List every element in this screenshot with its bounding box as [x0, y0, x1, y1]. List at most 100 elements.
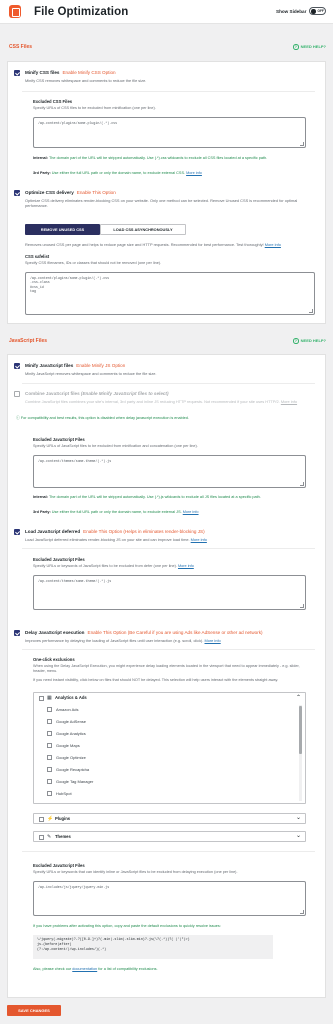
- defer-js-more-info-link[interactable]: More info: [191, 537, 207, 542]
- remove-unused-more-info-link[interactable]: More info: [265, 242, 281, 247]
- exclusion-group-header[interactable]: ⚡ Plugins ⌄: [34, 814, 305, 824]
- excluded-css-title: Excluded CSS Files: [33, 99, 73, 104]
- defer-excluded-title: Excluded JavaScript Files: [33, 557, 85, 562]
- delay-js-enable-text: Enable This Option (Be Careful if you ar…: [87, 630, 263, 635]
- minify-css-enable-text: Enable Minify CSS Option: [62, 70, 116, 75]
- item-checkbox[interactable]: [47, 791, 52, 797]
- exclusion-group-themes: ✎ Themes ⌄: [33, 831, 306, 842]
- need-help-label: NEED HELP?: [300, 44, 326, 50]
- defer-js-label: Load JavaScript deferred Enable This Opti…: [25, 529, 205, 534]
- top-bar: File Optimization Show Sidebar OFF: [0, 0, 333, 24]
- one-click-desc-1: When using the Delay JavaScript Executio…: [33, 664, 300, 674]
- chevron-down-icon[interactable]: ⌄: [296, 814, 301, 822]
- excluded-js-textarea[interactable]: /wp-content/themes/some-theme/(.*).js: [33, 455, 306, 488]
- delay-problem-note: If you have problems after activating th…: [33, 924, 221, 928]
- exclusion-group-header[interactable]: ✎ Themes ⌄: [34, 832, 305, 842]
- minify-js-checkbox[interactable]: [14, 363, 20, 369]
- minify-css-label: Minify CSS files Enable Minify CSS Option: [25, 70, 116, 75]
- js-need-help-link[interactable]: ? NEED HELP?: [293, 338, 326, 344]
- group-name: Analytics & Ads: [55, 695, 87, 701]
- show-sidebar-label: Show Sidebar: [276, 9, 307, 14]
- optimize-css-checkbox[interactable]: [14, 190, 20, 196]
- chevron-down-icon[interactable]: ⌄: [296, 832, 301, 840]
- defer-js-enable-text: Enable This Option (Helps in eliminates …: [83, 529, 205, 534]
- documentation-link[interactable]: documentation: [72, 967, 97, 971]
- save-changes-button[interactable]: SAVE CHANGES: [7, 1005, 61, 1016]
- item-checkbox[interactable]: [47, 743, 52, 749]
- show-sidebar-toggle[interactable]: OFF: [309, 7, 326, 15]
- excluded-css-more-info-link[interactable]: More info: [186, 171, 202, 175]
- excluded-js-third-note: 3rd Party: Use either the full URL path …: [33, 510, 199, 514]
- toggle-state-text: OFF: [317, 9, 324, 14]
- default-exclusions-code[interactable]: \/jquery(-migrate)?-?([0-9.]+)?(.min|.sl…: [33, 935, 273, 959]
- exclusion-group-plugins: ⚡ Plugins ⌄: [33, 813, 306, 824]
- excluded-js-title: Excluded JavaScript Files: [33, 437, 85, 442]
- optimize-css-enable-text: Enable This Option: [76, 190, 116, 195]
- combine-js-desc: Combine JavaScript files combines your s…: [25, 399, 298, 404]
- defer-js-desc: Load JavaScript deferred eliminates rend…: [25, 537, 207, 542]
- defer-js-checkbox[interactable]: [14, 529, 20, 535]
- minify-css-checkbox[interactable]: [14, 70, 20, 76]
- combine-js-label: Combine JavaScript files (Enable Minify …: [25, 391, 169, 396]
- delay-excluded-textarea[interactable]: /wp-includes/js/jquery/jquery.min.js: [33, 881, 306, 916]
- exclusion-group-analytics: ▦ Analytics & Ads ⌃ Amazon Ads Google Ad…: [33, 692, 306, 804]
- defer-excluded-desc: Specify URLs or keywords of JavaScript f…: [33, 564, 194, 568]
- css-safelist-title: CSS safelist: [25, 254, 50, 259]
- css-section-title: CSS Files: [9, 44, 33, 50]
- combine-js-checkbox[interactable]: [14, 391, 20, 397]
- group-checkbox[interactable]: [39, 834, 44, 840]
- excluded-css-third-note: 3rd Party: Use either the full URL path …: [33, 171, 202, 175]
- item-checkbox[interactable]: [47, 731, 52, 737]
- chevron-up-icon[interactable]: ⌃: [296, 694, 301, 702]
- load-css-async-button[interactable]: LOAD CSS ASYNCHRONOUSLY: [100, 224, 186, 235]
- js-files-panel: Minify JavaScript files Enable Minify JS …: [7, 354, 326, 998]
- one-click-desc-2: If you need instant visibility, click be…: [33, 678, 279, 682]
- minify-js-enable-text: Enable Minify JS Option: [76, 363, 126, 368]
- delay-js-more-info-link[interactable]: More info: [204, 638, 220, 643]
- remove-unused-css-button[interactable]: REMOVE UNUSED CSS: [25, 224, 100, 235]
- css-safelist-textarea[interactable]: /wp-content/plugins/some-plugin/(.*).css…: [25, 272, 315, 315]
- excluded-css-desc: Specify URLs of CSS files to be excluded…: [33, 106, 156, 110]
- combine-js-more-info-link[interactable]: More info: [281, 399, 297, 404]
- excluded-js-more-info-link[interactable]: More info: [183, 510, 199, 514]
- excluded-js-desc: Specify URLs of JavaScript files to be e…: [33, 444, 198, 448]
- divider: [22, 851, 315, 852]
- item-checkbox[interactable]: [47, 779, 52, 785]
- combine-js-compat-note: ⓘ For compatibility and best results, th…: [16, 416, 189, 420]
- exclusion-group-header[interactable]: ▦ Analytics & Ads ⌃: [34, 693, 305, 703]
- js-section-title: JavaScript Files: [9, 338, 48, 344]
- file-optimization-page: File Optimization Show Sidebar OFF CSS F…: [0, 0, 333, 1024]
- item-checkbox[interactable]: [47, 755, 52, 761]
- divider: [22, 383, 315, 384]
- optimize-css-desc: Optimize CSS delivery eliminates render-…: [25, 198, 298, 209]
- delay-js-checkbox[interactable]: [14, 630, 20, 636]
- divider: [22, 548, 315, 549]
- item-checkbox[interactable]: [47, 767, 52, 773]
- minify-css-desc: Minify CSS removes whitespace and commen…: [25, 78, 147, 83]
- excluded-css-internal-note: Internal: The domain part of the URL wil…: [33, 156, 268, 160]
- defer-excluded-more-info-link[interactable]: More info: [178, 564, 194, 568]
- exclusion-scrollbar-thumb[interactable]: [299, 706, 302, 754]
- css-safelist-desc: Specify CSS filenames, IDs or classes th…: [25, 261, 162, 265]
- group-checkbox[interactable]: [39, 816, 44, 822]
- delay-excluded-desc: Specify URLs or keywords that can identi…: [33, 870, 238, 874]
- excluded-js-internal-note: Internal: The domain part of the URL wil…: [33, 495, 261, 499]
- file-icon: [9, 5, 21, 18]
- need-help-label: NEED HELP?: [300, 338, 326, 344]
- divider: [22, 649, 315, 650]
- css-files-panel: Minify CSS files Enable Minify CSS Option…: [7, 61, 326, 324]
- defer-excluded-textarea[interactable]: /wp-content/themes/some-theme/(.*).js: [33, 575, 306, 610]
- excluded-css-textarea[interactable]: /wp-content/plugins/some-plugin/(.*).css: [33, 117, 306, 148]
- group-checkbox[interactable]: [39, 695, 44, 701]
- minify-js-label: Minify JavaScript files Enable Minify JS …: [25, 363, 126, 368]
- item-checkbox[interactable]: [47, 707, 52, 713]
- delay-js-label: Delay JavaScript execution Enable This Op…: [25, 630, 263, 635]
- question-circle-icon: ?: [293, 44, 299, 50]
- item-checkbox[interactable]: [47, 719, 52, 725]
- css-need-help-link[interactable]: ? NEED HELP?: [293, 44, 326, 50]
- question-circle-icon: ?: [293, 338, 299, 344]
- remove-unused-css-desc: Removes unused CSS per page and helps to…: [25, 242, 281, 247]
- group-name: Themes: [55, 834, 71, 840]
- chart-icon: ▦: [47, 694, 52, 701]
- plug-icon: ⚡: [47, 815, 54, 822]
